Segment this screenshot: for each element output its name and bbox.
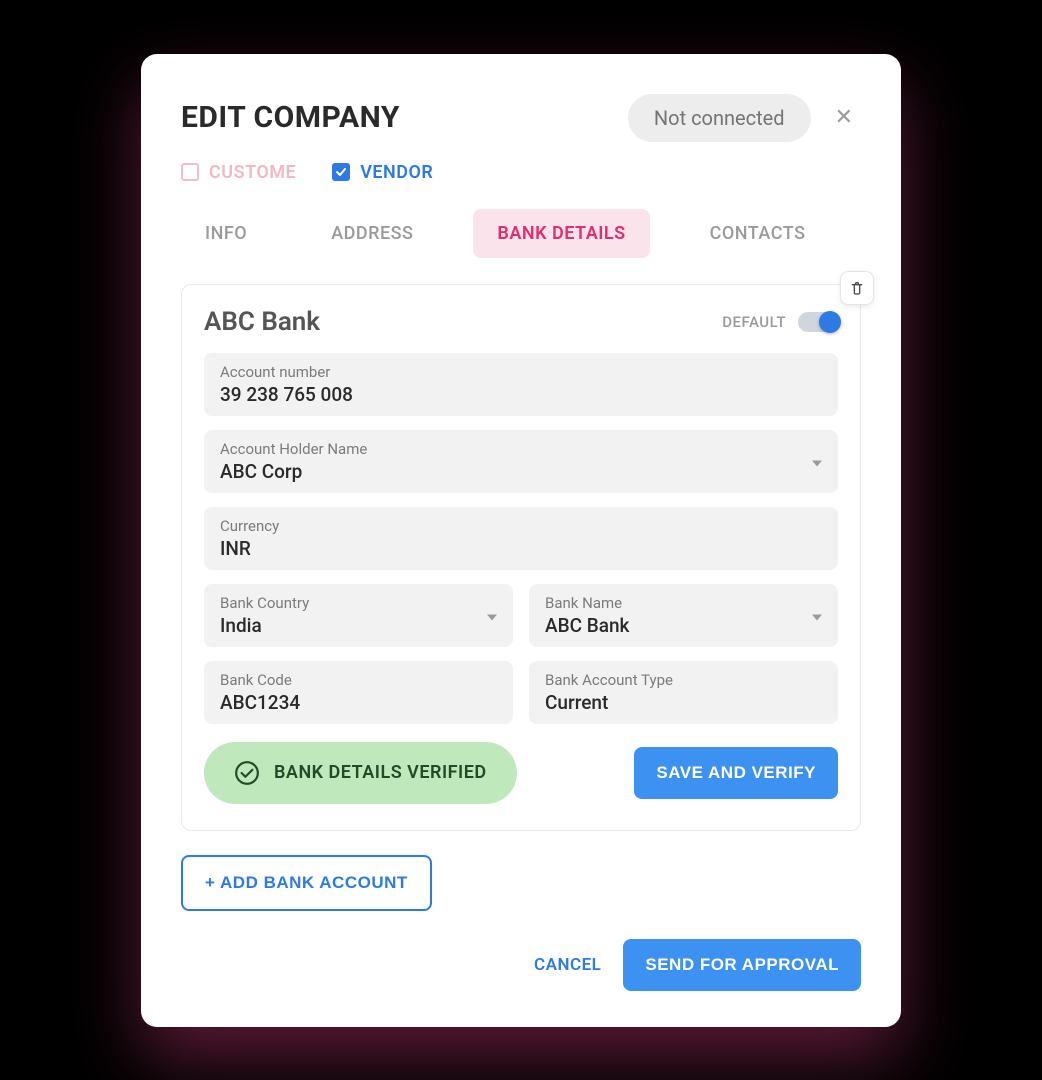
default-label: DEFAULT [722,313,786,331]
edit-company-modal: EDIT COMPANY Not connected ✕ CUSTOME VEN… [141,54,901,1027]
modal-title: EDIT COMPANY [181,100,612,135]
field-label: Bank Country [220,594,497,612]
toggle-knob [819,311,841,333]
verified-label: BANK DETAILS VERIFIED [274,762,487,783]
chevron-down-icon [812,606,822,625]
tab-info[interactable]: INFO [181,209,271,258]
chevron-down-icon [487,606,497,625]
field-label: Account Holder Name [220,440,822,458]
add-bank-account-button[interactable]: + ADD BANK ACCOUNT [181,855,432,911]
account-holder-name-field[interactable]: Account Holder Name ABC Corp [204,430,838,493]
field-label: Currency [220,517,822,535]
field-value: ABC Bank [545,614,822,637]
send-for-approval-button[interactable]: SEND FOR APPROVAL [623,939,861,991]
check-circle-icon [234,760,260,786]
modal-header: EDIT COMPANY Not connected ✕ [181,94,861,142]
checkbox-unchecked-icon [181,163,199,181]
bank-card: ABC Bank DEFAULT Account number 39 238 7… [181,284,861,831]
customer-checkbox[interactable]: CUSTOME [181,162,296,183]
chevron-down-icon [812,452,822,471]
bank-card-header: ABC Bank DEFAULT [204,307,838,337]
verified-badge: BANK DETAILS VERIFIED [204,742,517,804]
cancel-button[interactable]: CANCEL [534,955,601,975]
bank-country-field[interactable]: Bank Country India [204,584,513,647]
modal-footer: CANCEL SEND FOR APPROVAL [181,939,861,991]
field-label: Account number [220,363,822,381]
account-number-field[interactable]: Account number 39 238 765 008 [204,353,838,416]
delete-bank-button[interactable] [840,271,874,305]
close-icon[interactable]: ✕ [827,101,861,134]
checkbox-checked-icon [332,163,350,181]
bank-title: ABC Bank [204,307,722,337]
currency-field[interactable]: Currency INR [204,507,838,570]
default-toggle[interactable] [798,312,838,332]
save-and-verify-button[interactable]: SAVE AND VERIFY [634,747,838,799]
company-type-row: CUSTOME VENDOR [181,162,861,183]
bank-account-type-field[interactable]: Bank Account Type Current [529,661,838,724]
field-label: Bank Account Type [545,671,822,689]
trash-icon [849,280,865,296]
field-label: Bank Code [220,671,497,689]
vendor-label: VENDOR [360,162,433,183]
tab-bank-details[interactable]: BANK DETAILS [473,209,649,258]
field-value: Current [545,691,822,714]
field-value: 39 238 765 008 [220,383,822,406]
field-value: ABC Corp [220,460,822,483]
field-label: Bank Name [545,594,822,612]
connection-status-pill: Not connected [628,94,811,142]
bank-code-field[interactable]: Bank Code ABC1234 [204,661,513,724]
vendor-checkbox[interactable]: VENDOR [332,162,433,183]
card-actions: BANK DETAILS VERIFIED SAVE AND VERIFY [204,742,838,804]
field-value: INR [220,537,822,560]
customer-label: CUSTOME [209,162,296,183]
tab-address[interactable]: ADDRESS [307,209,437,258]
tabs: INFO ADDRESS BANK DETAILS CONTACTS [181,209,861,258]
field-value: ABC1234 [220,691,497,714]
field-value: India [220,614,497,637]
bank-name-field[interactable]: Bank Name ABC Bank [529,584,838,647]
tab-contacts[interactable]: CONTACTS [686,209,830,258]
